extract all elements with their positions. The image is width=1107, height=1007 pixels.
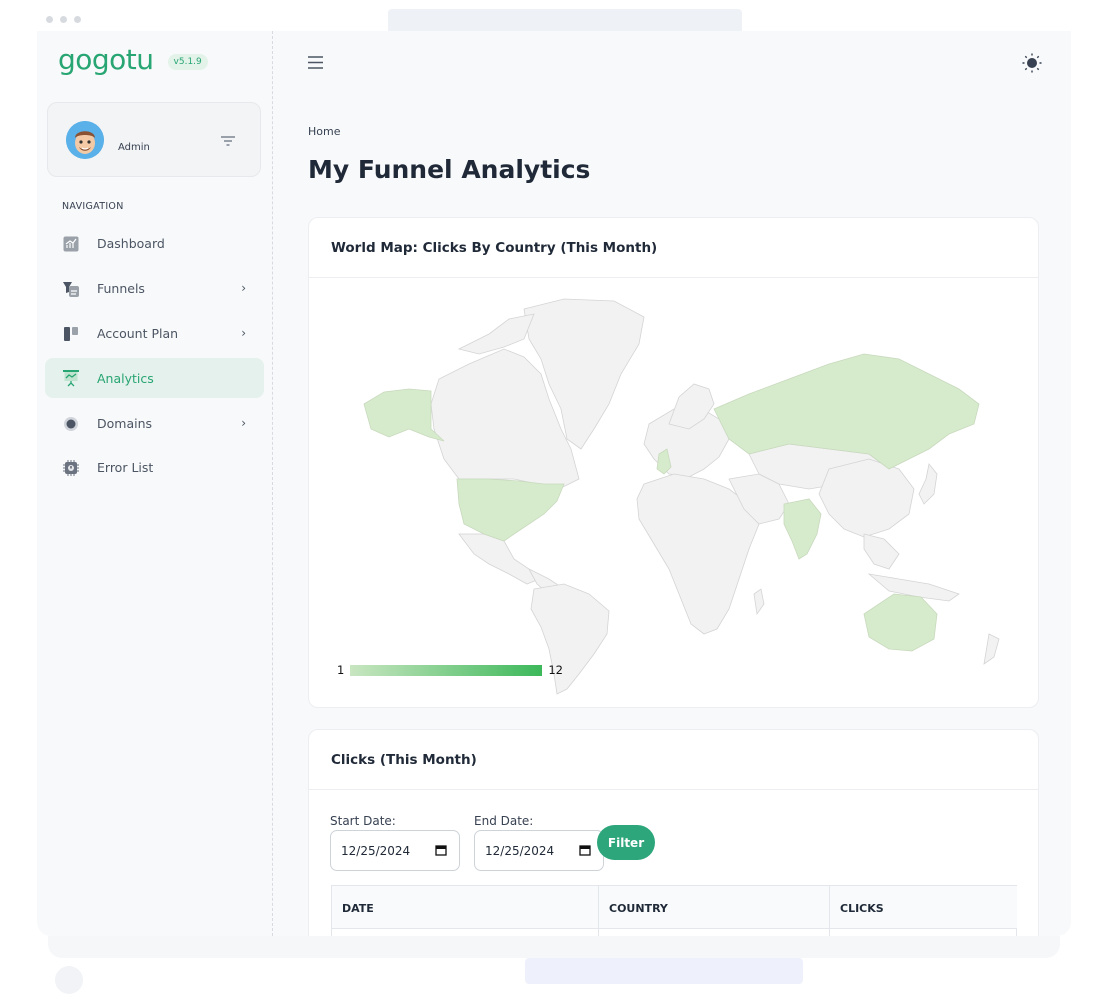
- sidebar-item-label: Error List: [97, 459, 154, 475]
- breadcrumb[interactable]: Home: [308, 125, 340, 138]
- start-date-label: Start Date:: [330, 814, 396, 828]
- brand: gogotu v5.1.9: [58, 43, 208, 76]
- start-date-value: 12/25/2024: [341, 844, 411, 858]
- page-title: My Funnel Analytics: [308, 155, 591, 184]
- menu-icon[interactable]: [307, 55, 324, 70]
- version-badge: v5.1.9: [167, 53, 208, 70]
- world-map-card: World Map: Clicks By Country (This Month…: [308, 217, 1039, 708]
- chevron-right-icon: ›: [241, 326, 246, 340]
- chevron-right-icon: ›: [241, 281, 246, 295]
- map-south-america: [530, 583, 610, 695]
- map-arctic-islands: [457, 313, 535, 355]
- column-header-date[interactable]: DATE: [332, 886, 598, 929]
- sidebar-item-dashboard[interactable]: Dashboard: [45, 223, 264, 263]
- window-shadow: [48, 936, 1060, 958]
- profile-card: Admin: [47, 102, 261, 177]
- map-australia: [863, 593, 938, 652]
- table-divider: [829, 929, 830, 936]
- map-china: [818, 458, 915, 538]
- start-date-input[interactable]: 12/25/2024: [330, 830, 460, 871]
- dashboard-icon: [62, 235, 79, 252]
- legend-gradient: [350, 664, 543, 676]
- map-madagascar: [753, 588, 765, 616]
- clicks-table: DATE COUNTRY CLICKS: [331, 885, 1017, 936]
- column-header-country[interactable]: COUNTRY: [598, 886, 829, 929]
- column-header-clicks[interactable]: CLICKS: [829, 886, 1017, 929]
- legend-min: 1: [337, 663, 345, 677]
- sidebar-item-label: Domains: [97, 415, 153, 431]
- end-date-value: 12/25/2024: [485, 844, 555, 858]
- sidebar-item-account-plan[interactable]: Account Plan ›: [45, 313, 264, 353]
- map-southeast-asia: [863, 533, 900, 570]
- calendar-icon[interactable]: [579, 844, 591, 856]
- avatar[interactable]: [66, 121, 104, 159]
- sun-icon[interactable]: [1021, 52, 1043, 74]
- sidebar-item-error-list[interactable]: Error List: [45, 447, 264, 487]
- profile-name: Admin: [118, 142, 150, 153]
- sidebar-item-analytics[interactable]: Analytics: [45, 358, 264, 398]
- nav-title: NAVIGATION: [62, 201, 124, 212]
- sidebar: gogotu v5.1.9 Admin NAVIGATION Dashboard…: [37, 31, 273, 936]
- domain-icon: [62, 415, 79, 432]
- background-element: [525, 958, 803, 984]
- world-map[interactable]: 1 12: [309, 279, 1038, 707]
- end-date-label: End Date:: [474, 814, 534, 828]
- background-element: [55, 966, 83, 994]
- account-plan-icon: [62, 325, 79, 342]
- main-content: Home My Funnel Analytics World Map: Clic…: [274, 31, 1071, 936]
- logo[interactable]: gogotu: [58, 43, 154, 76]
- funnel-icon: [62, 280, 79, 297]
- clicks-card: Clicks (This Month) Start Date: 12/25/20…: [308, 729, 1039, 936]
- calendar-icon[interactable]: [435, 844, 447, 856]
- legend-max: 12: [548, 663, 563, 677]
- map-india: [783, 498, 822, 560]
- sidebar-item-funnels[interactable]: Funnels ›: [45, 268, 264, 308]
- error-icon: [62, 459, 79, 476]
- filter-button[interactable]: Filter: [597, 825, 655, 860]
- sidebar-item-label: Funnels: [97, 280, 145, 296]
- address-bar: [388, 9, 742, 31]
- card-title: World Map: Clicks By Country (This Month…: [309, 218, 1038, 278]
- sidebar-item-domains[interactable]: Domains ›: [45, 403, 264, 443]
- chevron-right-icon: ›: [241, 416, 246, 430]
- sidebar-item-label: Analytics: [97, 370, 154, 386]
- card-title: Clicks (This Month): [309, 730, 1038, 790]
- map-japan: [918, 463, 938, 505]
- analytics-icon: [62, 370, 79, 387]
- sidebar-item-label: Account Plan: [97, 325, 179, 341]
- table-divider: [598, 929, 599, 936]
- end-date-input[interactable]: 12/25/2024: [474, 830, 604, 871]
- map-usa: [456, 478, 565, 542]
- map-new-zealand: [983, 633, 1000, 665]
- window-controls: [46, 16, 81, 23]
- sidebar-item-label: Dashboard: [97, 235, 165, 251]
- map-legend: 1 12: [337, 663, 563, 677]
- filter-icon[interactable]: [218, 133, 238, 149]
- app-window: gogotu v5.1.9 Admin NAVIGATION Dashboard…: [37, 31, 1071, 936]
- map-mexico: [458, 533, 540, 585]
